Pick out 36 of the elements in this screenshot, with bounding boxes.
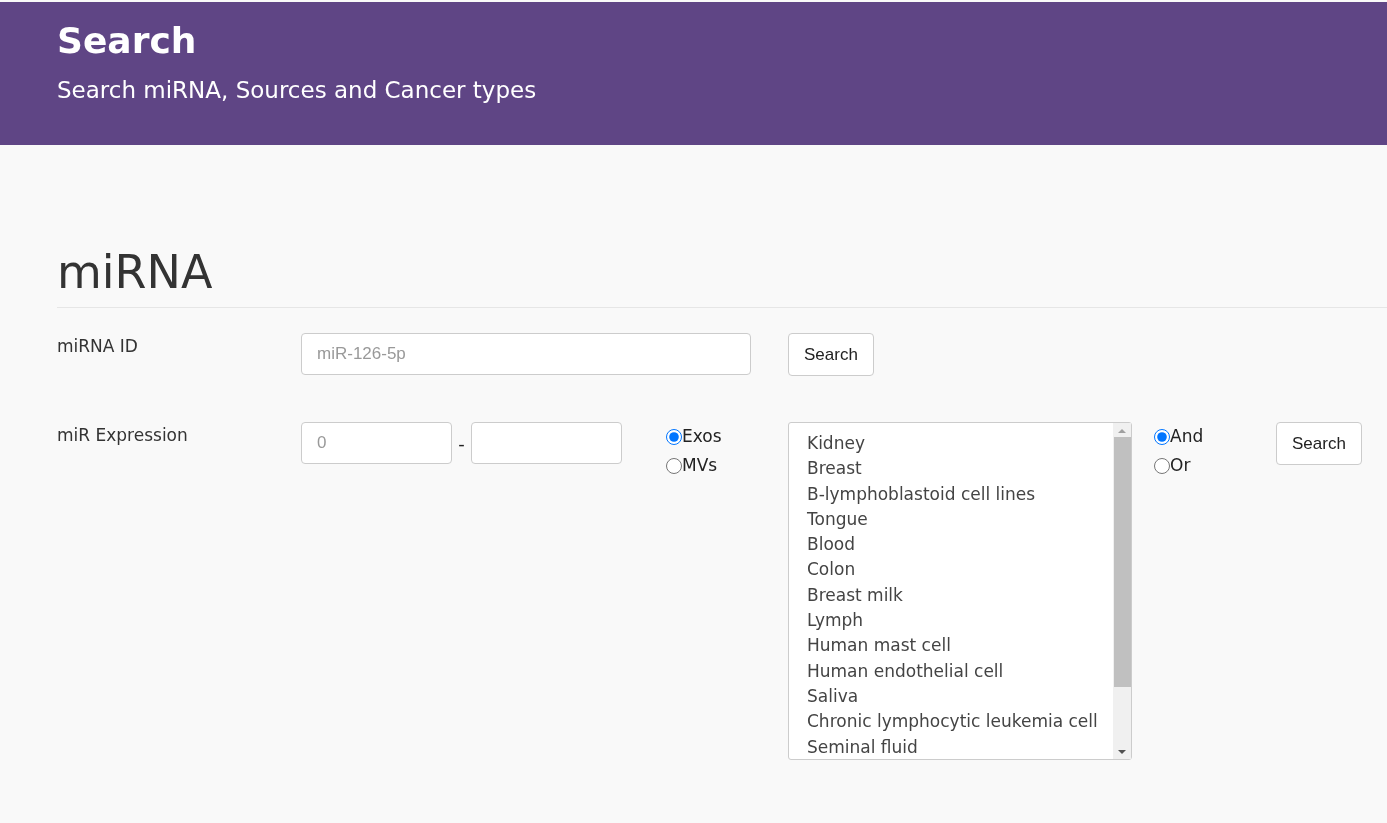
radio-label[interactable]: Or (1170, 451, 1191, 480)
field-label: miRNA ID (57, 335, 139, 358)
scrollbar[interactable] (1113, 423, 1131, 759)
radio-button[interactable] (666, 428, 682, 445)
radio-button[interactable] (666, 457, 682, 474)
list-option[interactable]: Colon (807, 557, 1113, 583)
list-option[interactable]: Seminal fluid (807, 734, 1113, 759)
tissue-listbox[interactable]: Kidney Breast B-lymphoblastoid cell lines Tongue Blood Colon Breast milk Lymph Human mast cell Human endothelial cell Saliva Chronic lymphocytic leukemia cell Seminal fluid (788, 422, 1132, 760)
list-option[interactable]: Lymph (807, 608, 1113, 634)
search-button[interactable]: Search (1276, 422, 1362, 465)
list-option[interactable]: Kidney (807, 431, 1113, 457)
list-option[interactable]: Human endothelial cell (807, 658, 1113, 684)
list-option[interactable]: Saliva (807, 683, 1113, 710)
section-heading: miRNA (57, 243, 1387, 308)
scroll-up-icon[interactable] (1117, 428, 1127, 434)
list-option[interactable]: Breast milk (807, 582, 1113, 609)
max-field[interactable] (471, 422, 622, 464)
scroll-down-icon[interactable] (1117, 749, 1127, 755)
radio-label[interactable]: Exos (682, 422, 722, 451)
list-option[interactable]: Human mast cell (807, 633, 1113, 659)
page-title: Search (57, 20, 198, 62)
list-option[interactable]: Blood (807, 532, 1113, 558)
field-label: miR Expression (57, 424, 189, 447)
list-option[interactable]: Chronic lymphocytic leukemia cell (807, 709, 1113, 735)
radio-button[interactable] (1154, 428, 1170, 445)
search-button[interactable]: Search (788, 333, 874, 376)
radio-button[interactable] (1154, 457, 1170, 474)
list-option[interactable]: Tongue (807, 506, 1113, 533)
mirna-id-field[interactable]: miR-126-5p (301, 333, 751, 375)
radio-label[interactable]: And (1170, 422, 1204, 451)
radio-label[interactable]: MVs (682, 451, 718, 480)
list-option[interactable]: B-lymphoblastoid cell lines (807, 481, 1113, 507)
range-separator: - (457, 432, 466, 454)
page-subtitle: Search miRNA, Sources and Cancer types (57, 76, 538, 105)
min-field[interactable]: 0 (301, 422, 452, 464)
list-option[interactable]: Breast (807, 456, 1113, 482)
